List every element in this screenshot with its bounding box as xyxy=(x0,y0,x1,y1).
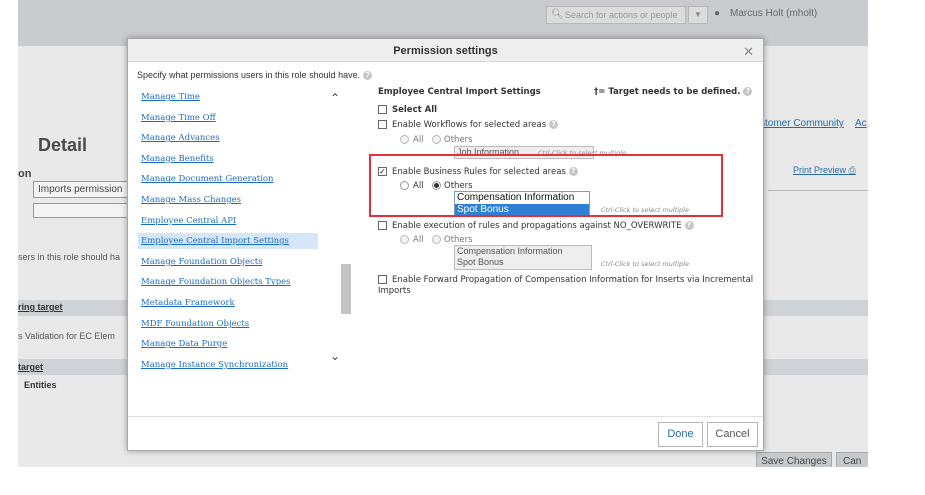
permission-category-item[interactable]: Manage Foundation Objects xyxy=(138,254,318,270)
workflows-all-radio[interactable] xyxy=(400,135,409,144)
permission-category-item[interactable]: Manage Instance Synchronization xyxy=(138,357,318,373)
no-overwrite-all-radio[interactable] xyxy=(400,235,409,244)
workflows-others-radio[interactable] xyxy=(432,135,441,144)
no-overwrite-label: Enable execution of rules and propagatio… xyxy=(392,221,694,231)
permission-category-item[interactable]: Manage Data Purge xyxy=(138,336,318,352)
validation-text: s Validation for EC Elem xyxy=(18,331,115,341)
scrollbar-thumb[interactable] xyxy=(341,264,351,314)
settings-title: Employee Central Import Settings xyxy=(378,87,541,97)
page-title: Detail xyxy=(38,135,88,155)
cancel-button[interactable]: Cancel xyxy=(707,422,758,447)
help-icon[interactable]: ? xyxy=(363,71,373,81)
cancel-button-background[interactable]: Can xyxy=(836,452,868,467)
dialog-instruction: Specify what permissions users in this r… xyxy=(137,70,373,81)
user-menu[interactable]: ● Marcus Holt (mholt) xyxy=(714,8,818,19)
no-overwrite-all-label: All xyxy=(413,235,424,245)
forward-propagation-label: Enable Forward Propagation of Compensati… xyxy=(392,275,754,285)
save-changes-button[interactable]: Save Changes xyxy=(756,452,832,467)
permission-category-item[interactable]: Employee Central API xyxy=(138,213,318,229)
done-button[interactable]: Done xyxy=(658,422,703,447)
permission-category-item[interactable]: Manage Foundation Objects Types xyxy=(138,274,318,290)
dialog-title: Permission settings xyxy=(393,45,498,57)
help-icon[interactable]: ? xyxy=(743,87,753,96)
no-overwrite-area-listbox[interactable]: Compensation Information Spot Bonus xyxy=(454,245,592,270)
select-all-label: Select All xyxy=(392,105,438,115)
permission-category-item[interactable]: Manage Benefits xyxy=(138,151,318,167)
target-note-text: †= Target needs to be defined. xyxy=(594,87,741,97)
permission-category-item[interactable]: Manage Time Off xyxy=(138,110,318,126)
listbox-option[interactable]: Spot Bonus xyxy=(455,257,591,268)
instruction-text: Specify what permissions users in this r… xyxy=(137,70,361,80)
target-note: †= Target needs to be defined.? xyxy=(594,87,753,97)
permission-settings-dialog: Permission settings ✕ Specify what permi… xyxy=(127,38,764,451)
dialog-header: Permission settings ✕ xyxy=(128,39,763,62)
print-preview-link[interactable]: Print Preview ⎙ xyxy=(793,165,856,176)
workflows-others-label: Others xyxy=(444,135,473,145)
permission-category-list: Manage Time Manage Time Off Manage Advance… xyxy=(138,89,343,379)
divider xyxy=(768,190,868,191)
footer-divider xyxy=(128,416,763,417)
ac-link[interactable]: Ac xyxy=(855,118,867,129)
no-overwrite-checkbox[interactable] xyxy=(378,221,387,230)
forward-propagation-label-cont: Imports xyxy=(378,286,411,296)
chevron-up-icon[interactable]: ⌃ xyxy=(330,91,340,105)
permission-category-item[interactable]: Metadata Framework xyxy=(138,295,318,311)
workflows-label: Enable Workflows for selected areas? xyxy=(392,120,559,130)
listbox-option[interactable]: Compensation Information xyxy=(455,246,591,257)
workflows-all-label: All xyxy=(413,135,424,145)
permission-category-item[interactable]: Manage Document Generation xyxy=(138,171,318,187)
entities-label: Entities xyxy=(24,380,57,390)
global-search-input[interactable]: 🔍︎ Search for actions or people xyxy=(546,6,686,24)
permission-category-item[interactable]: MDF Foundation Objects xyxy=(138,316,318,332)
chevron-down-icon[interactable]: ⌄ xyxy=(330,349,340,363)
forward-propagation-checkbox[interactable] xyxy=(378,275,387,284)
permission-instruction-text: sers in this role should ha xyxy=(18,252,121,262)
workflows-label-text: Enable Workflows for selected areas xyxy=(392,120,547,130)
no-overwrite-label-text: Enable execution of rules and propagatio… xyxy=(392,221,682,231)
permission-category-item[interactable]: Manage Mass Changes xyxy=(138,192,318,208)
highlight-box xyxy=(369,154,723,217)
print-preview-label: Print Preview xyxy=(793,165,847,175)
close-icon[interactable]: ✕ xyxy=(743,44,754,60)
permission-category-item[interactable]: Employee Central Import Settings xyxy=(138,233,318,250)
user-icon: ● xyxy=(714,8,721,19)
customer-community-link[interactable]: stomer Community xyxy=(760,118,844,129)
search-placeholder: Search for actions or people xyxy=(565,10,678,20)
select-all-checkbox[interactable] xyxy=(378,105,387,114)
search-dropdown-button[interactable]: ▼ xyxy=(688,6,708,24)
permission-category-item[interactable]: Manage Time xyxy=(138,89,318,105)
workflows-checkbox[interactable] xyxy=(378,120,387,129)
settings-panel: Employee Central Import Settings †= Targ… xyxy=(378,85,758,385)
help-icon[interactable]: ? xyxy=(684,221,694,230)
help-icon[interactable]: ? xyxy=(549,120,559,129)
no-overwrite-others-radio[interactable] xyxy=(432,235,441,244)
target-link[interactable]: target xyxy=(18,362,43,372)
section-label: on xyxy=(18,168,32,180)
user-name: Marcus Holt (mholt) xyxy=(730,8,818,19)
target-link[interactable]: ring target xyxy=(18,302,63,312)
no-overwrite-others-label: Others xyxy=(444,235,473,245)
ctrl-click-hint: Ctrl-Click to select multiple xyxy=(601,260,689,268)
print-icon: ⎙ xyxy=(848,165,856,175)
permission-category-item[interactable]: Manage Advances xyxy=(138,130,318,146)
search-icon: 🔍︎ xyxy=(551,9,564,20)
